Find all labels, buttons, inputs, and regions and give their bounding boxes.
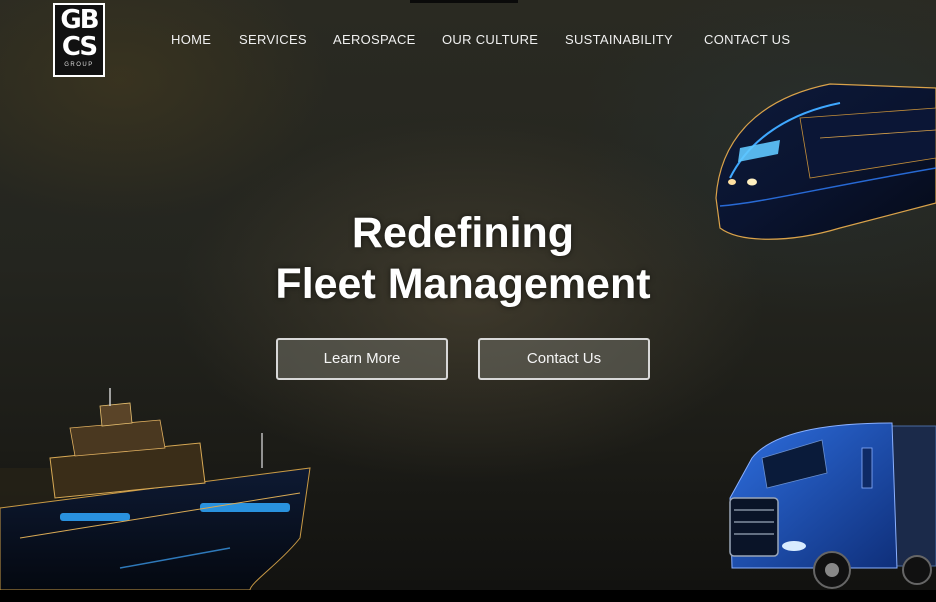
hero-title-line2: Fleet Management <box>275 260 651 308</box>
nav-item-contact-us[interactable]: CONTACT US <box>704 32 790 47</box>
truck-image <box>729 422 936 589</box>
top-tab-indicator <box>410 0 518 3</box>
nav-item-sustainability[interactable]: SUSTAINABILITY <box>565 32 673 47</box>
nav-item-aerospace[interactable]: AEROSPACE <box>333 32 416 47</box>
hero-headline: Redefining Fleet Management <box>0 208 926 310</box>
hero-title-line1: Redefining <box>351 209 575 257</box>
bottom-bar <box>0 590 936 602</box>
logo-text-line3: GROUP <box>64 62 94 68</box>
nav-item-our-culture[interactable]: OUR CULTURE <box>442 32 538 47</box>
ship-image <box>0 388 311 590</box>
hero-section: GB CS GROUP HOME SERVICES AEROSPACE OUR … <box>0 0 936 590</box>
logo-text-line1: GB <box>60 5 99 35</box>
nav-item-services[interactable]: SERVICES <box>239 32 307 47</box>
main-navigation: HOME SERVICES AEROSPACE OUR CULTURE SUST… <box>0 32 936 50</box>
learn-more-button[interactable]: Learn More <box>276 338 448 380</box>
nav-item-home[interactable]: HOME <box>171 32 211 47</box>
contact-us-button[interactable]: Contact Us <box>478 338 650 380</box>
